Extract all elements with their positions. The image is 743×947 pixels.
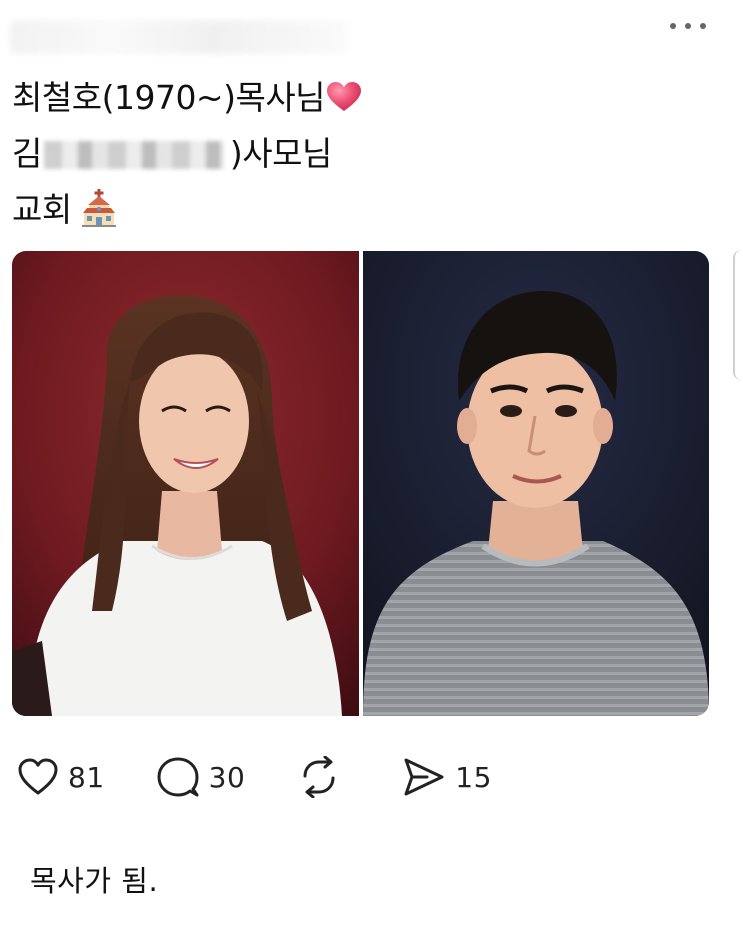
action-bar: 81 30 15 (18, 755, 544, 799)
post-screen: 최철호(1970~)목사님 김 )사모님 교회 81 30 15 목사가 됨. (0, 0, 743, 947)
wife-name-prefix: 김 (12, 134, 42, 173)
heart-outline-icon (18, 758, 58, 795)
heart-emoji-icon (327, 73, 362, 111)
send-icon (404, 758, 444, 796)
repost-button[interactable] (297, 755, 351, 799)
reply-count: 30 (208, 760, 246, 794)
post-line-2: 김 )사모님 (12, 126, 723, 182)
church-text: 교회 (12, 190, 72, 229)
blurred-name-redaction (43, 141, 224, 169)
post-text: 최철호(1970~)목사님 김 )사모님 교회 (12, 70, 723, 238)
post-line-1: 최철호(1970~)목사님 (12, 70, 723, 126)
more-dot-1 (670, 23, 676, 29)
photo-man[interactable] (362, 251, 710, 716)
caption-text: 목사가 됨. (30, 864, 159, 898)
scroll-edge-indicator (733, 250, 743, 380)
wife-title-text: )사모님 (229, 134, 332, 173)
like-count: 81 (68, 760, 105, 794)
more-dot-2 (685, 23, 691, 29)
share-count: 15 (455, 760, 492, 794)
reply-button[interactable]: 30 (157, 755, 246, 799)
more-options-icon[interactable] (670, 14, 706, 38)
repost-icon (303, 756, 335, 798)
comment-bubble-icon (157, 757, 199, 797)
pastor-name-text: 최철호(1970~)목사님 (12, 78, 326, 117)
post-media[interactable] (12, 251, 709, 716)
more-dot-3 (700, 23, 706, 29)
photo-woman[interactable] (12, 251, 359, 716)
church-emoji-icon (80, 188, 118, 227)
post-line-3: 교회 (12, 182, 723, 238)
share-button[interactable]: 15 (403, 755, 492, 799)
blurred-user-header (10, 20, 350, 54)
like-button[interactable]: 81 (18, 755, 105, 799)
